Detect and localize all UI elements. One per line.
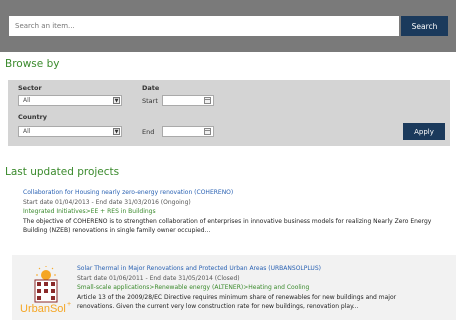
sector-label: Sector xyxy=(18,84,42,92)
search-input[interactable] xyxy=(9,16,399,36)
svg-text:UrbanSol: UrbanSol xyxy=(20,303,66,314)
dropdown-arrow-icon: ▼ xyxy=(113,128,120,135)
country-label: Country xyxy=(18,113,48,121)
project-description-line: The objective of COHERENO is to strength… xyxy=(23,217,432,225)
browse-by-heading: Browse by xyxy=(5,58,60,70)
calendar-icon[interactable] xyxy=(204,128,211,135)
calendar-icon[interactable] xyxy=(204,97,211,104)
start-date-label: Start xyxy=(142,97,158,105)
date-label: Date xyxy=(142,84,160,92)
sector-select-value: All xyxy=(23,97,31,104)
project-dates: Start date 01/04/2013 - End date 31/03/2… xyxy=(23,198,191,206)
project-category-link[interactable]: Integrated Initiatives>EE + RES in Build… xyxy=(23,207,453,217)
last-updated-heading: Last updated projects xyxy=(5,166,120,178)
project-dates: Start date 01/06/2011 - End date 31/05/2… xyxy=(77,274,240,282)
project-title-link[interactable]: Collaboration for Housing nearly zero-en… xyxy=(23,188,453,198)
dropdown-arrow-icon: ▼ xyxy=(113,97,120,104)
project-item: Solar Thermal in Major Renovations and P… xyxy=(77,264,453,312)
project-description-line: Building (NZEB) renovations in single fa… xyxy=(23,227,211,234)
sector-select[interactable]: All ▼ xyxy=(18,95,122,106)
end-date-input[interactable] xyxy=(162,126,214,137)
project-description-line: Article 13 of the 2009/28/EC Directive r… xyxy=(77,293,397,301)
end-date-label: End xyxy=(142,128,155,136)
svg-text:+: + xyxy=(67,301,71,308)
search-button[interactable]: Search xyxy=(401,16,448,36)
country-select[interactable]: All ▼ xyxy=(18,126,122,137)
project-item: Collaboration for Housing nearly zero-en… xyxy=(23,188,453,236)
project-description-line: renovations. Given the current very low … xyxy=(77,303,359,310)
start-date-input[interactable] xyxy=(162,95,214,106)
project-category-link[interactable]: Small-scale applications>Renewable energ… xyxy=(77,283,453,293)
search-bar: Search xyxy=(0,0,456,52)
filters-panel: Sector All ▼ Country All ▼ Date Start En… xyxy=(8,80,450,146)
country-select-value: All xyxy=(23,128,31,135)
project-title-link[interactable]: Solar Thermal in Major Renovations and P… xyxy=(77,264,453,274)
apply-button[interactable]: Apply xyxy=(403,123,445,140)
urbansol-logo: UrbanSol + xyxy=(20,266,71,314)
